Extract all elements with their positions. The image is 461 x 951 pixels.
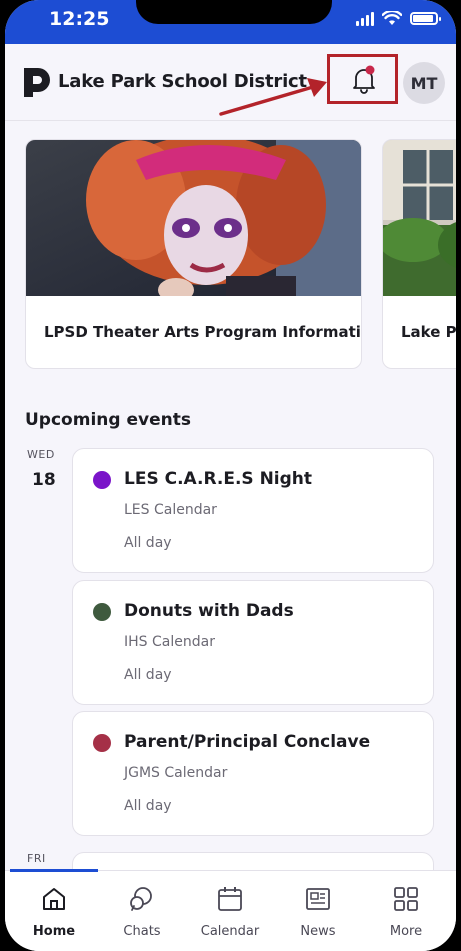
event-time: All day — [124, 798, 172, 814]
tab-chats[interactable]: Chats — [98, 871, 186, 951]
tab-calendar[interactable]: Calendar — [186, 871, 274, 951]
home-icon — [43, 888, 65, 910]
grid-icon — [394, 887, 418, 911]
event-calendar: LES Calendar — [124, 502, 217, 518]
phone-screen: 12:25 Lake Park School District MT LPSD … — [5, 0, 456, 951]
news-card[interactable]: LPSD Theater Arts Program Information — [25, 139, 362, 369]
event-time: All day — [124, 667, 172, 683]
notification-dot — [365, 65, 375, 75]
battery-icon — [410, 12, 441, 25]
event-name: Parent/Principal Conclave — [124, 732, 371, 752]
event-calendar: IHS Calendar — [124, 634, 215, 650]
event-card[interactable]: Donuts with Dads IHS Calendar All day — [72, 580, 434, 705]
chat-icon — [130, 887, 152, 911]
section-title: Upcoming events — [25, 410, 191, 430]
status-icons — [356, 11, 441, 26]
day-weekday: WED — [27, 448, 55, 461]
news-image-building — [383, 140, 456, 296]
tab-label: Home — [32, 924, 76, 939]
news-title: LPSD Theater Arts Program Information — [44, 323, 362, 341]
event-calendar: JGMS Calendar — [124, 765, 228, 781]
district-logo-icon — [24, 68, 50, 97]
news-image-theater — [26, 140, 361, 302]
notifications-button[interactable] — [350, 64, 378, 94]
tab-label: News — [300, 924, 336, 939]
event-card[interactable]: Parent/Principal Conclave JGMS Calendar … — [72, 711, 434, 836]
status-time: 12:25 — [49, 8, 110, 30]
day-weekday: FRI — [27, 852, 46, 865]
tab-more[interactable]: More — [362, 871, 450, 951]
status-bar: 12:25 — [5, 0, 456, 44]
event-name: LES C.A.R.E.S Night — [124, 469, 313, 489]
news-icon — [306, 888, 330, 910]
event-color-dot — [93, 734, 111, 752]
tab-home[interactable]: Home — [10, 871, 98, 951]
event-name: Donuts with Dads — [124, 601, 294, 621]
news-card[interactable]: Lake Pa — [382, 139, 456, 369]
calendar-icon — [218, 887, 242, 911]
event-color-dot — [93, 603, 111, 621]
wifi-icon — [382, 11, 402, 25]
bell-icon — [353, 65, 375, 94]
tab-label: Chats — [123, 924, 161, 939]
event-color-dot — [93, 471, 111, 489]
event-card[interactable]: LES C.A.R.E.S Night LES Calendar All day — [72, 448, 434, 573]
avatar[interactable]: MT — [403, 62, 445, 104]
signal-icon — [356, 11, 374, 26]
bottom-tab-bar: Home Chats Calendar News More — [5, 869, 456, 951]
notch — [136, 0, 332, 24]
annotation-arrow-icon — [219, 78, 327, 116]
tab-label: Calendar — [200, 924, 260, 939]
event-time: All day — [124, 535, 172, 551]
tab-label: More — [389, 924, 423, 939]
day-date: 18 — [32, 470, 56, 490]
news-title: Lake Pa — [401, 323, 456, 341]
tab-news[interactable]: News — [274, 871, 362, 951]
